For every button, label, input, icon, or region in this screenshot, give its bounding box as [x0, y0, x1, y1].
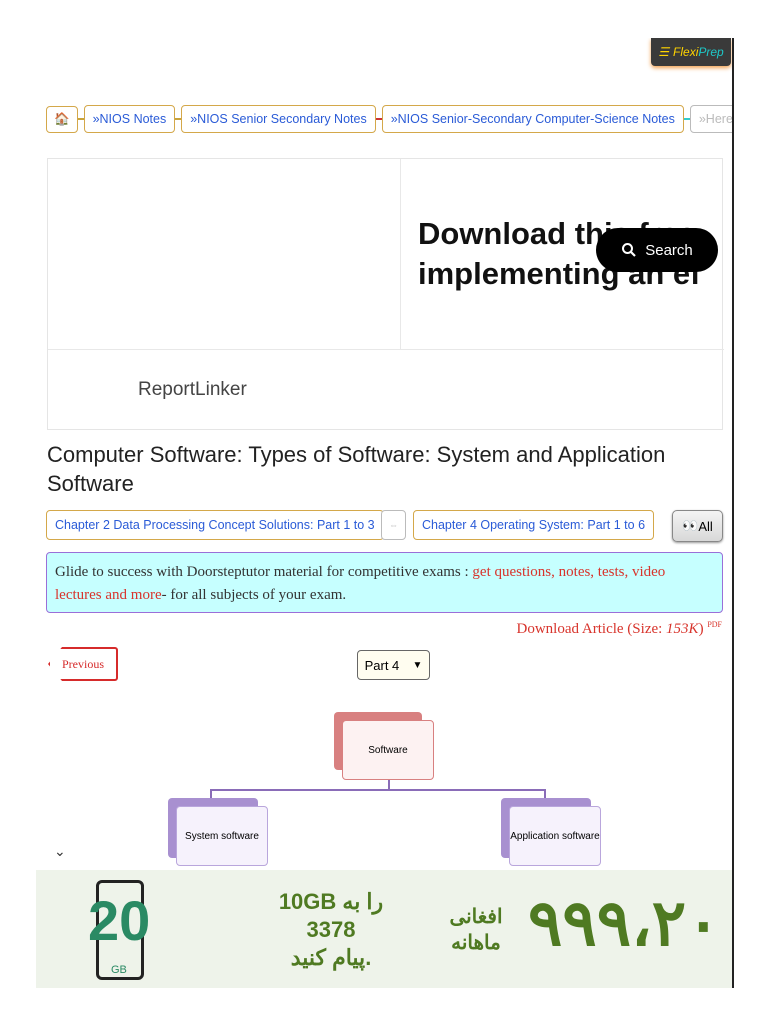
banner-gb: GB: [111, 964, 127, 976]
promo-banner: Glide to success with Doorsteptutor mate…: [46, 552, 723, 613]
ad-brand: ReportLinker: [138, 379, 247, 400]
all-label: All: [698, 518, 713, 534]
advertisement[interactable]: Download this free implementing an ef Rep…: [47, 158, 724, 430]
previous-button[interactable]: Previous: [48, 647, 118, 681]
breadcrumb-here[interactable]: »Here: [689, 105, 732, 133]
banner-20: 20: [88, 889, 151, 952]
search-button[interactable]: Search: [596, 228, 718, 272]
breadcrumb-computer-science[interactable]: »NIOS Senior-Secondary Computer-Science …: [381, 105, 684, 133]
chevron-down-icon: ▼: [412, 659, 423, 671]
breadcrumb-senior-secondary[interactable]: »NIOS Senior Secondary Notes: [181, 105, 376, 133]
view-all-button[interactable]: 👀 All: [672, 510, 723, 542]
page-title: Computer Software: Types of Software: Sy…: [47, 442, 666, 496]
prev-chapter-button[interactable]: Chapter 2 Data Processing Concept Soluti…: [46, 510, 384, 540]
home-icon[interactable]: 🏠: [46, 105, 78, 133]
banner-middle-text: 10GB را به 3378 پیام کنید.: [278, 889, 384, 970]
bottom-ad-banner[interactable]: 20 GB 10GB را به 3378 پیام کنید. افغانی ماه…: [36, 870, 732, 988]
banner-price: ۹۹۹،۲۰: [528, 887, 721, 959]
diagram-node-software: Software: [342, 720, 434, 780]
chevron-down-icon[interactable]: ⌄: [54, 843, 66, 860]
flexiprep-logo[interactable]: ☰ FlexiPrep: [651, 38, 731, 66]
search-icon: [622, 243, 637, 257]
page: ☰ FlexiPrep 🏠 »NIOS Notes »NIOS Senior S…: [36, 38, 734, 988]
diagram-node-system-software: System software: [176, 806, 268, 866]
breadcrumb: 🏠 »NIOS Notes »NIOS Senior Secondary Not…: [46, 105, 732, 133]
eyes-icon: 👀: [682, 518, 699, 533]
part-select[interactable]: Part 4 ▼: [357, 650, 430, 680]
download-article-link[interactable]: Download Article (Size: 153K) PDF: [517, 620, 723, 638]
banner-unit: افغانی ماهانه: [449, 906, 503, 954]
swap-icon: ⇔: [381, 510, 406, 540]
menu-icon: ☰: [658, 45, 670, 59]
next-chapter-button[interactable]: Chapter 4 Operating System: Part 1 to 6: [413, 510, 655, 540]
logo-text: Flexi: [673, 45, 699, 59]
logo-text-b: Prep: [698, 45, 724, 59]
diagram-node-application-software: Application software: [509, 806, 601, 866]
breadcrumb-nios-notes[interactable]: »NIOS Notes: [83, 105, 176, 133]
search-label: Search: [645, 241, 693, 259]
